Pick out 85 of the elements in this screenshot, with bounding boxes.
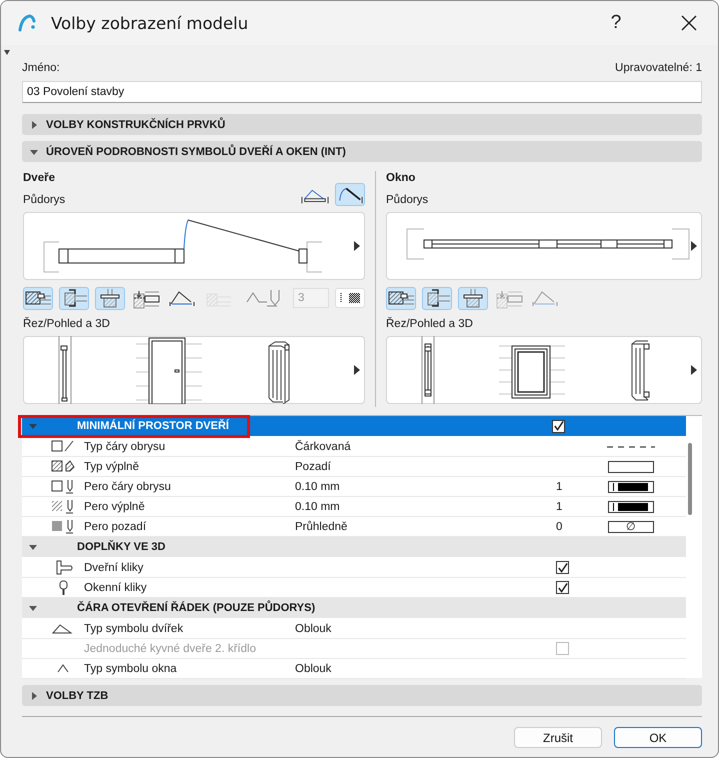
list-section-header[interactable]: ČÁRA OTEVŘENÍ ŘÁDEK (POUZE PŮDORYS) — [22, 598, 686, 619]
pen-number: 0 — [556, 520, 564, 532]
section-title: DOPLŇKY VE 3D — [77, 541, 166, 553]
option-label: Jednoduché kyvné dveře 2. křídlo — [84, 642, 257, 654]
collapse-arrow-icon — [30, 148, 38, 156]
line-type-icon — [51, 439, 75, 454]
cancel-button[interactable]: Zrušit — [514, 727, 602, 748]
ok-button[interactable]: OK — [614, 727, 702, 748]
expand-arrow-icon — [30, 120, 38, 128]
name-label: Jméno: — [22, 62, 60, 74]
pen-icon — [51, 499, 75, 514]
symbol-style-button[interactable] — [335, 183, 365, 206]
option-label: Pero pozadí — [84, 520, 148, 532]
window-handle-icon — [58, 580, 68, 595]
collapse-arrow-icon — [29, 604, 37, 612]
option-value[interactable]: Oblouk — [295, 622, 556, 634]
scroll-right-arrow-icon — [354, 365, 360, 375]
editable-count: Upravovatelné: 1 — [615, 62, 702, 74]
pen-number: 1 — [556, 480, 564, 492]
checkmark-icon — [553, 420, 564, 432]
section-header[interactable]: ÚROVEŇ PODROBNOSTI SYMBOLŮ DVEŘÍ A OKEN (INT) — [22, 141, 702, 162]
scroll-right-arrow-icon — [691, 241, 697, 251]
close-icon — [681, 15, 697, 31]
checkbox[interactable] — [556, 561, 569, 574]
fill-type-icon — [51, 459, 75, 474]
app-logo-icon — [16, 12, 38, 34]
pen-icon — [51, 519, 75, 534]
dropdown-arrow-icon — [4, 50, 10, 55]
option-label: Typ symbolu okna — [84, 662, 178, 674]
option-value[interactable]: 0.10 mm — [295, 480, 556, 492]
list-section-header[interactable]: DOPLŇKY VE 3D — [22, 537, 686, 558]
section-title: VOLBY TZB — [46, 690, 108, 702]
pen-sample[interactable]: ∅ — [608, 520, 654, 532]
help-button[interactable]: ? — [601, 12, 631, 34]
collapse-arrow-icon — [29, 422, 37, 430]
option-value[interactable]: Pozadí — [295, 460, 556, 472]
scrollbar-thumb[interactable] — [688, 443, 692, 515]
checkbox[interactable] — [552, 420, 565, 432]
plan-label: Půdorys — [386, 194, 428, 206]
option-value[interactable]: Průhledně — [295, 520, 556, 532]
display-option-button[interactable] — [23, 286, 53, 310]
panel-title: Dveře — [23, 172, 56, 184]
section-title: VOLBY KONSTRUKČNÍCH PRVKŮ — [46, 118, 226, 130]
plan-label: Půdorys — [23, 194, 66, 206]
fill-pattern-button[interactable] — [335, 288, 365, 308]
expand-arrow-icon — [30, 692, 38, 700]
option-label: Typ symbolu dvířek — [84, 622, 184, 634]
pen-sample[interactable] — [608, 480, 654, 492]
collapse-arrow-icon — [29, 543, 37, 551]
option-label: Okenní kliky — [84, 582, 148, 594]
section-title: ČÁRA OTEVŘENÍ ŘÁDEK (POUZE PŮDORYS) — [77, 602, 316, 614]
option-value[interactable]: 0.10 mm — [295, 500, 556, 512]
display-option-button[interactable] — [386, 286, 416, 310]
fill-sample[interactable] — [608, 460, 654, 472]
option-label: Typ výplně — [84, 460, 140, 472]
fill-pattern-icon — [339, 292, 361, 304]
section-header[interactable]: VOLBY KONSTRUKČNÍCH PRVKŮ — [22, 114, 702, 135]
section-title: MINIMÁLNÍ PROSTOR DVEŘÍ — [77, 420, 230, 432]
pen-number: 1 — [556, 500, 564, 512]
display-option-button[interactable] — [458, 286, 488, 310]
checkmark-icon — [557, 562, 568, 574]
checkmark-icon — [557, 582, 568, 594]
option-label: Typ čáry obrysu — [84, 440, 166, 452]
display-option-button[interactable] — [59, 286, 89, 310]
panel-title: Okno — [386, 172, 416, 184]
option-label: Pero výplně — [84, 500, 146, 512]
option-value[interactable]: Oblouk — [295, 662, 556, 674]
checkbox[interactable] — [556, 581, 569, 594]
window-swing-icon — [57, 664, 69, 673]
display-option-button[interactable] — [422, 286, 452, 310]
scroll-right-arrow-icon — [691, 365, 697, 375]
option-label: Dveřní kliky — [84, 562, 144, 574]
pen-icon — [51, 479, 75, 494]
section-view-label: Řez/Pohled a 3D — [386, 318, 474, 330]
display-option-button[interactable] — [95, 286, 125, 310]
section-header[interactable]: VOLBY TZB — [22, 685, 702, 706]
scroll-right-arrow-icon — [354, 241, 360, 251]
pen-sample[interactable] — [608, 500, 654, 512]
window-title: Volby zobrazení modelu — [51, 14, 248, 32]
name-input-field[interactable]: 03 Povolení stavby — [22, 81, 702, 103]
option-label: Pero čáry obrysu — [84, 480, 172, 492]
section-title: ÚROVEŇ PODROBNOSTI SYMBOLŮ DVEŘÍ A OKEN (INT) — [46, 146, 346, 158]
dashed-line-sample — [607, 444, 655, 448]
option-value[interactable]: Čárkovaná — [295, 440, 556, 452]
section-view-label: Řez/Pohled a 3D — [23, 318, 111, 330]
